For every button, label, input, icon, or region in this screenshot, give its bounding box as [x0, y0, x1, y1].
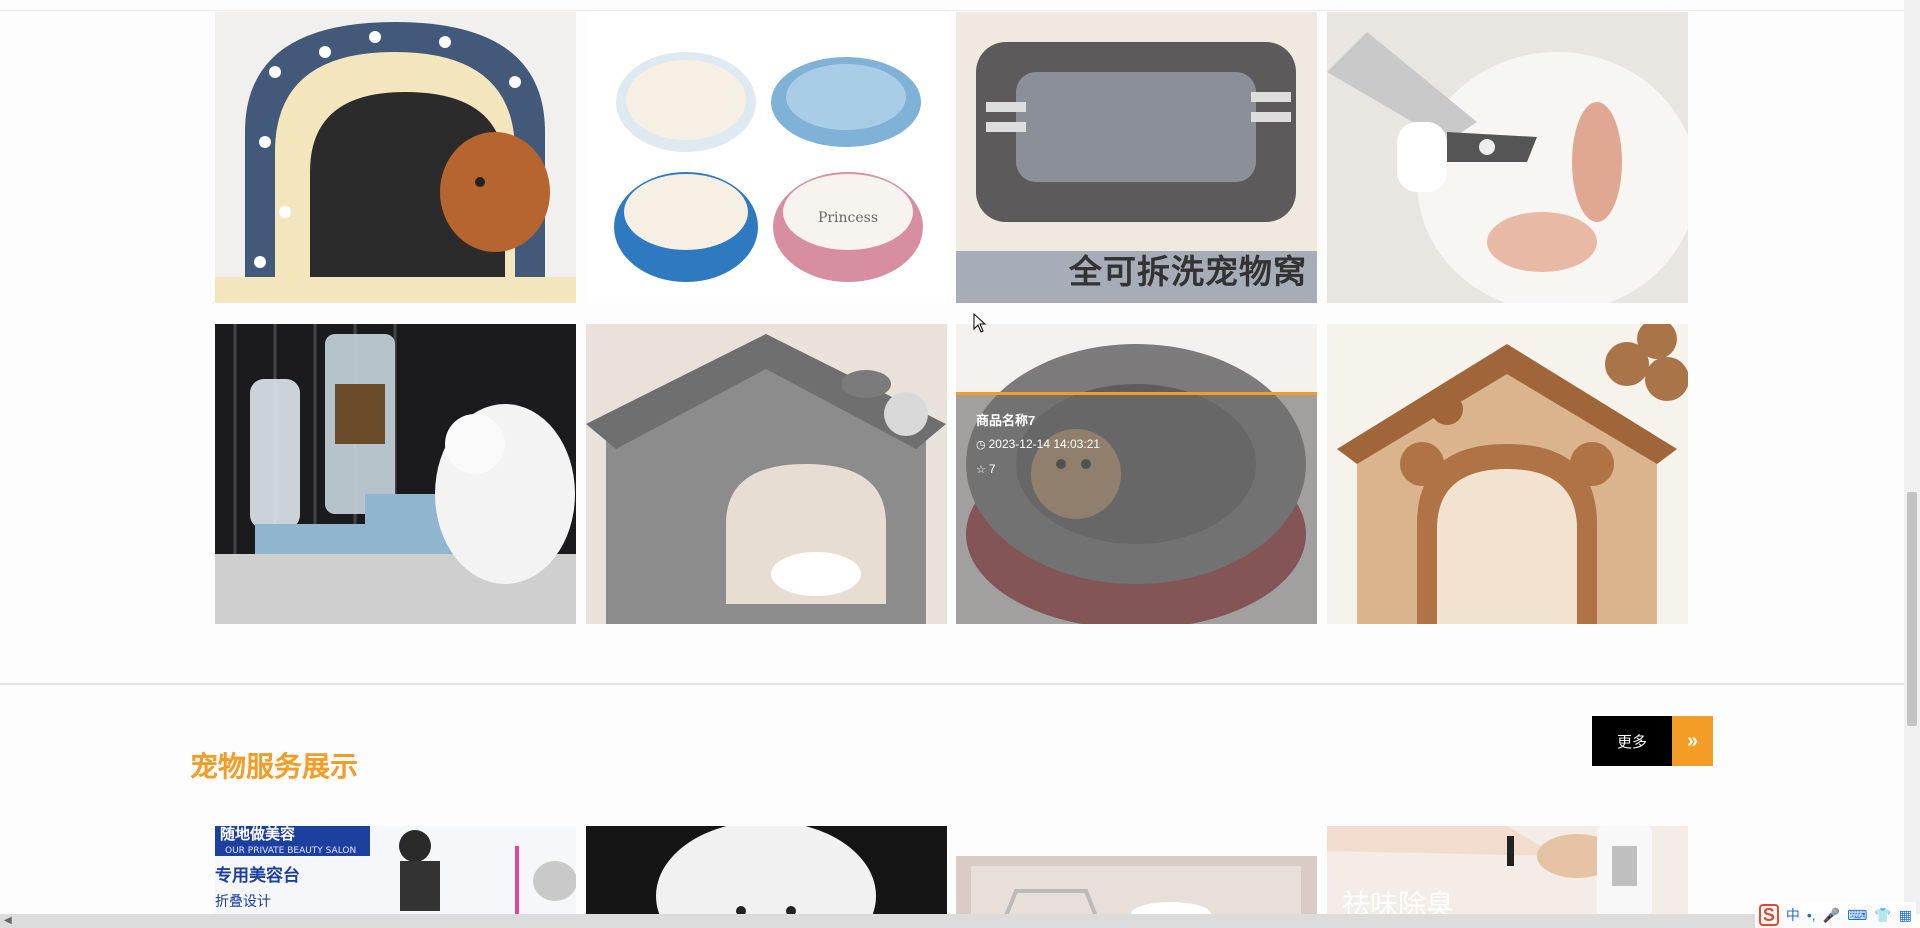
svg-text:Princess: Princess	[818, 210, 878, 226]
service-banner-line: OUR PRIVATE BEAUTY SALON	[225, 846, 356, 856]
pet-house-image	[215, 12, 576, 303]
nail-clipper-image	[1327, 12, 1688, 303]
vertical-scrollbar-thumb[interactable]	[1907, 492, 1917, 726]
product-date-row: ◷ 2023-12-14 14:03:21	[976, 437, 1100, 451]
grey-pet-house-image	[586, 324, 947, 624]
product-card[interactable]: Princess	[586, 12, 947, 303]
product-name[interactable]: 商品名称7	[976, 410, 1035, 429]
section-divider	[0, 683, 1904, 685]
mouse-cursor-icon	[973, 313, 987, 333]
service-card[interactable]	[586, 826, 947, 916]
service-banner-line: 随地做美容	[220, 826, 295, 843]
service-card[interactable]: 祛味除臭	[1327, 826, 1688, 916]
top-divider	[0, 10, 1904, 11]
service-card[interactable]	[956, 826, 1317, 916]
section-title: 宠物服务展示	[190, 750, 359, 783]
product-card[interactable]	[215, 324, 576, 624]
service-overlay-text: 祛味除臭	[1342, 888, 1454, 916]
bichon-dog-image	[586, 826, 947, 916]
deodorant-spray-image: 祛味除臭	[1327, 826, 1688, 916]
auto-feeder-image	[215, 324, 576, 624]
ime-language-toggle[interactable]: 中	[1786, 905, 1800, 925]
more-button-label[interactable]: 更多	[1592, 716, 1672, 766]
service-card[interactable]: 随地做美容 OUR PRIVATE BEAUTY SALON 专用美容台 折叠设…	[215, 826, 576, 916]
pet-bath-image	[956, 826, 1317, 916]
ime-skin-icon[interactable]: 👕	[1874, 907, 1891, 924]
product-views: 7	[988, 462, 996, 476]
ime-microphone-icon[interactable]: 🎤	[1823, 907, 1840, 924]
cat-bowls-image: Princess	[586, 12, 947, 303]
scroll-left-arrow-icon[interactable]: ◀	[4, 914, 12, 928]
product-date: 2023-12-14 14:03:21	[988, 437, 1101, 451]
grooming-ad-image: 随地做美容 OUR PRIVATE BEAUTY SALON 专用美容台 折叠设…	[215, 826, 576, 916]
product-views-row: ☆ 7	[976, 462, 996, 476]
ime-keyboard-icon[interactable]: ⌨	[1847, 907, 1867, 924]
ime-toolbar: S 中 •, 🎤 ⌨ 👕 ▦	[1754, 902, 1916, 928]
horizontal-scrollbar[interactable]: ◀	[0, 914, 1904, 928]
product-banner-text: 全可拆洗宠物窝	[1069, 252, 1307, 291]
product-card[interactable]: 全可拆洗宠物窝	[956, 12, 1317, 303]
product-card[interactable]	[1327, 324, 1688, 624]
service-banner-line: 折叠设计	[215, 894, 271, 910]
product-card[interactable]	[215, 12, 576, 303]
service-banner-line: 专用美容台	[215, 865, 300, 886]
product-card-hovered[interactable]: 商品名称7 ◷ 2023-12-14 14:03:21 ☆ 7	[956, 324, 1317, 624]
ime-menu-icon[interactable]: ▦	[1899, 907, 1912, 924]
product-card[interactable]	[1327, 12, 1688, 303]
product-card[interactable]	[586, 324, 947, 624]
star-icon: ☆	[976, 464, 986, 476]
sogou-logo-icon[interactable]: S	[1758, 904, 1779, 926]
ime-punctuation-icon[interactable]: •,	[1807, 907, 1816, 923]
more-button[interactable]: 更多 »	[1592, 716, 1713, 766]
vertical-scrollbar[interactable]	[1904, 0, 1920, 914]
bear-pet-house-image	[1327, 324, 1688, 624]
clock-icon: ◷	[976, 439, 986, 451]
double-chevron-right-icon[interactable]: »	[1672, 716, 1713, 766]
